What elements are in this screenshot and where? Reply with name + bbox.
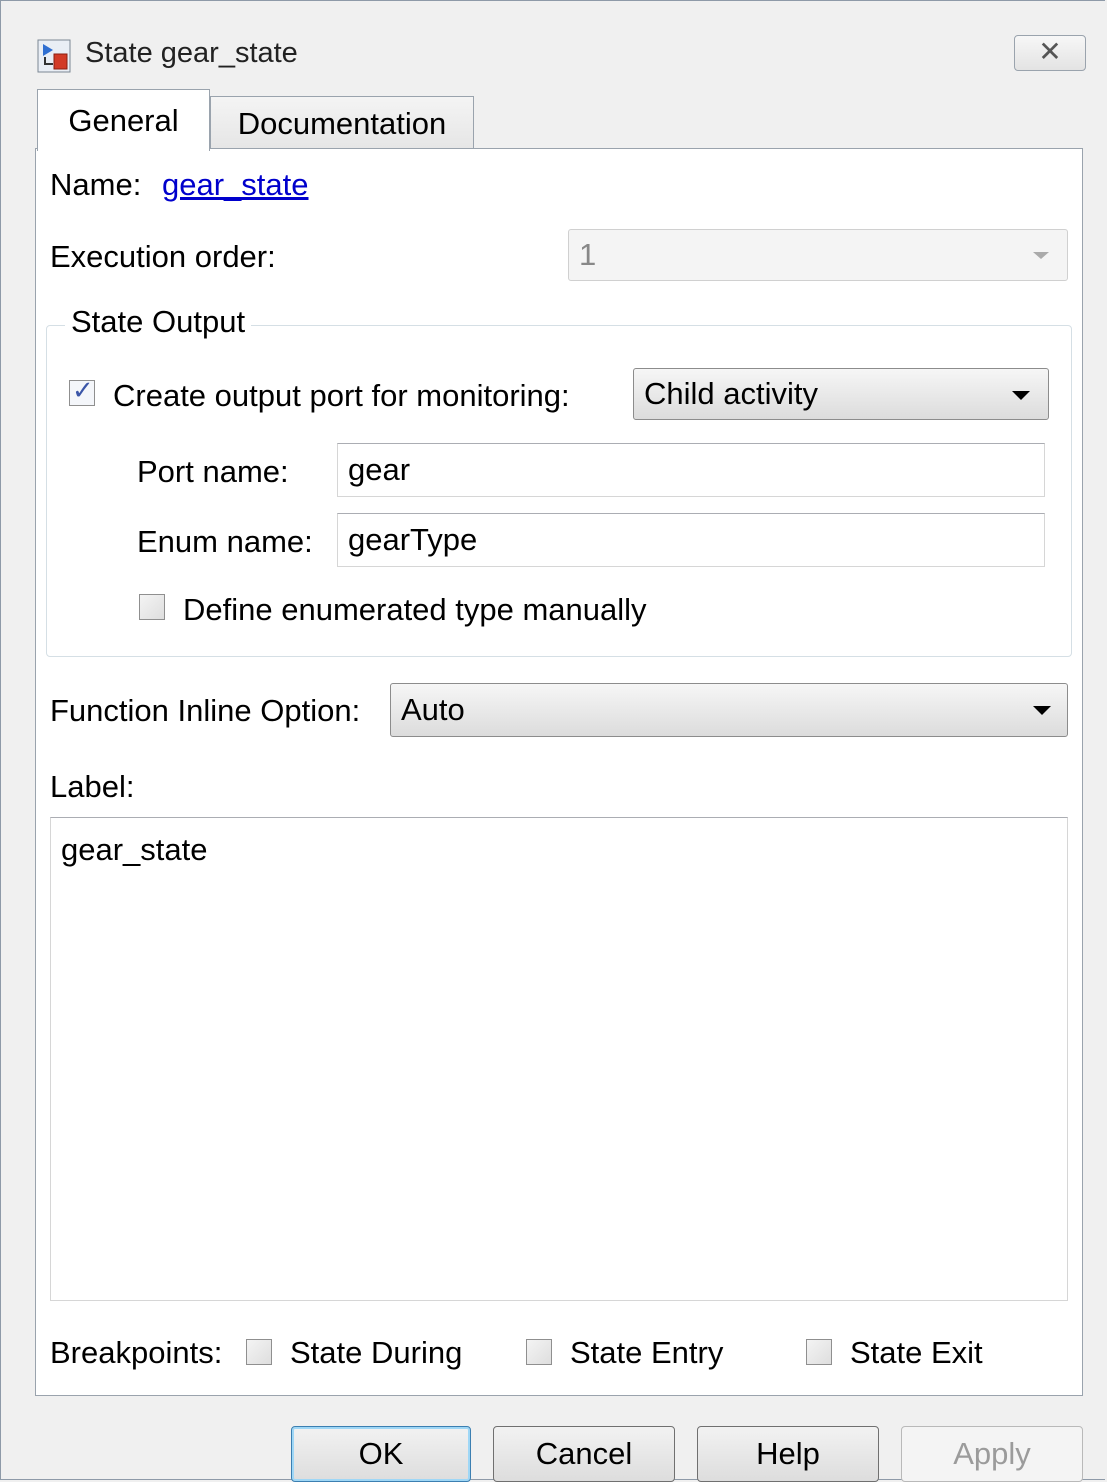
close-icon: ✕: [1038, 36, 1062, 67]
state-during-label: State During: [290, 1335, 463, 1370]
state-exit-label: State Exit: [850, 1335, 983, 1370]
name-link[interactable]: gear_state: [162, 167, 309, 203]
define-enum-label: Define enumerated type manually: [183, 592, 647, 627]
function-inline-label: Function Inline Option:: [50, 693, 361, 728]
enum-name-label: Enum name:: [137, 524, 313, 559]
execution-order-label: Execution order:: [50, 239, 276, 274]
general-tab-panel: Name: gear_state Execution order: 1 Stat…: [35, 148, 1083, 1396]
state-exit-checkbox[interactable]: [806, 1339, 832, 1365]
dialog-window: State gear_state ✕ General Documentation…: [0, 0, 1105, 1482]
label-textarea[interactable]: gear_state: [50, 817, 1068, 1301]
chevron-down-icon: [1033, 706, 1051, 715]
label-field-label: Label:: [50, 769, 135, 804]
tab-documentation[interactable]: Documentation: [210, 96, 474, 148]
execution-order-dropdown[interactable]: 1: [568, 229, 1068, 281]
define-enum-checkbox[interactable]: [139, 594, 165, 620]
function-inline-value: Auto: [401, 692, 465, 727]
state-output-legend: State Output: [65, 304, 252, 340]
execution-order-value: 1: [579, 237, 597, 272]
port-name-input[interactable]: gear: [337, 443, 1045, 497]
close-button[interactable]: ✕: [1014, 35, 1086, 71]
stateflow-state-icon: [37, 39, 71, 73]
monitoring-dropdown[interactable]: Child activity: [633, 368, 1049, 420]
state-entry-checkbox[interactable]: [526, 1339, 552, 1365]
label-textarea-value: gear_state: [61, 832, 208, 867]
state-during-checkbox[interactable]: [246, 1339, 272, 1365]
help-button[interactable]: Help: [697, 1426, 879, 1482]
port-name-value: gear: [348, 452, 411, 487]
create-output-port-checkbox[interactable]: ✓: [69, 375, 95, 406]
create-output-port-label: Create output port for monitoring:: [113, 378, 570, 413]
enum-name-value: gearType: [348, 522, 478, 557]
function-inline-dropdown[interactable]: Auto: [390, 683, 1068, 737]
apply-button[interactable]: Apply: [901, 1426, 1083, 1482]
port-name-label: Port name:: [137, 454, 289, 489]
cancel-button[interactable]: Cancel: [493, 1426, 675, 1482]
title-bar: State gear_state ✕: [1, 1, 1105, 81]
ok-button[interactable]: OK: [291, 1426, 471, 1482]
chevron-down-icon: [1012, 391, 1030, 400]
tab-general[interactable]: General: [37, 89, 210, 151]
chevron-down-icon: [1033, 252, 1049, 259]
enum-name-input[interactable]: gearType: [337, 513, 1045, 567]
state-entry-label: State Entry: [570, 1335, 724, 1370]
window-title: State gear_state: [85, 37, 298, 69]
breakpoints-label: Breakpoints:: [50, 1335, 223, 1370]
monitoring-value: Child activity: [644, 376, 818, 411]
name-label: Name:: [50, 167, 142, 202]
state-output-group: State Output ✓ Create output port for mo…: [46, 304, 1072, 657]
checkmark-icon: ✓: [72, 375, 94, 405]
